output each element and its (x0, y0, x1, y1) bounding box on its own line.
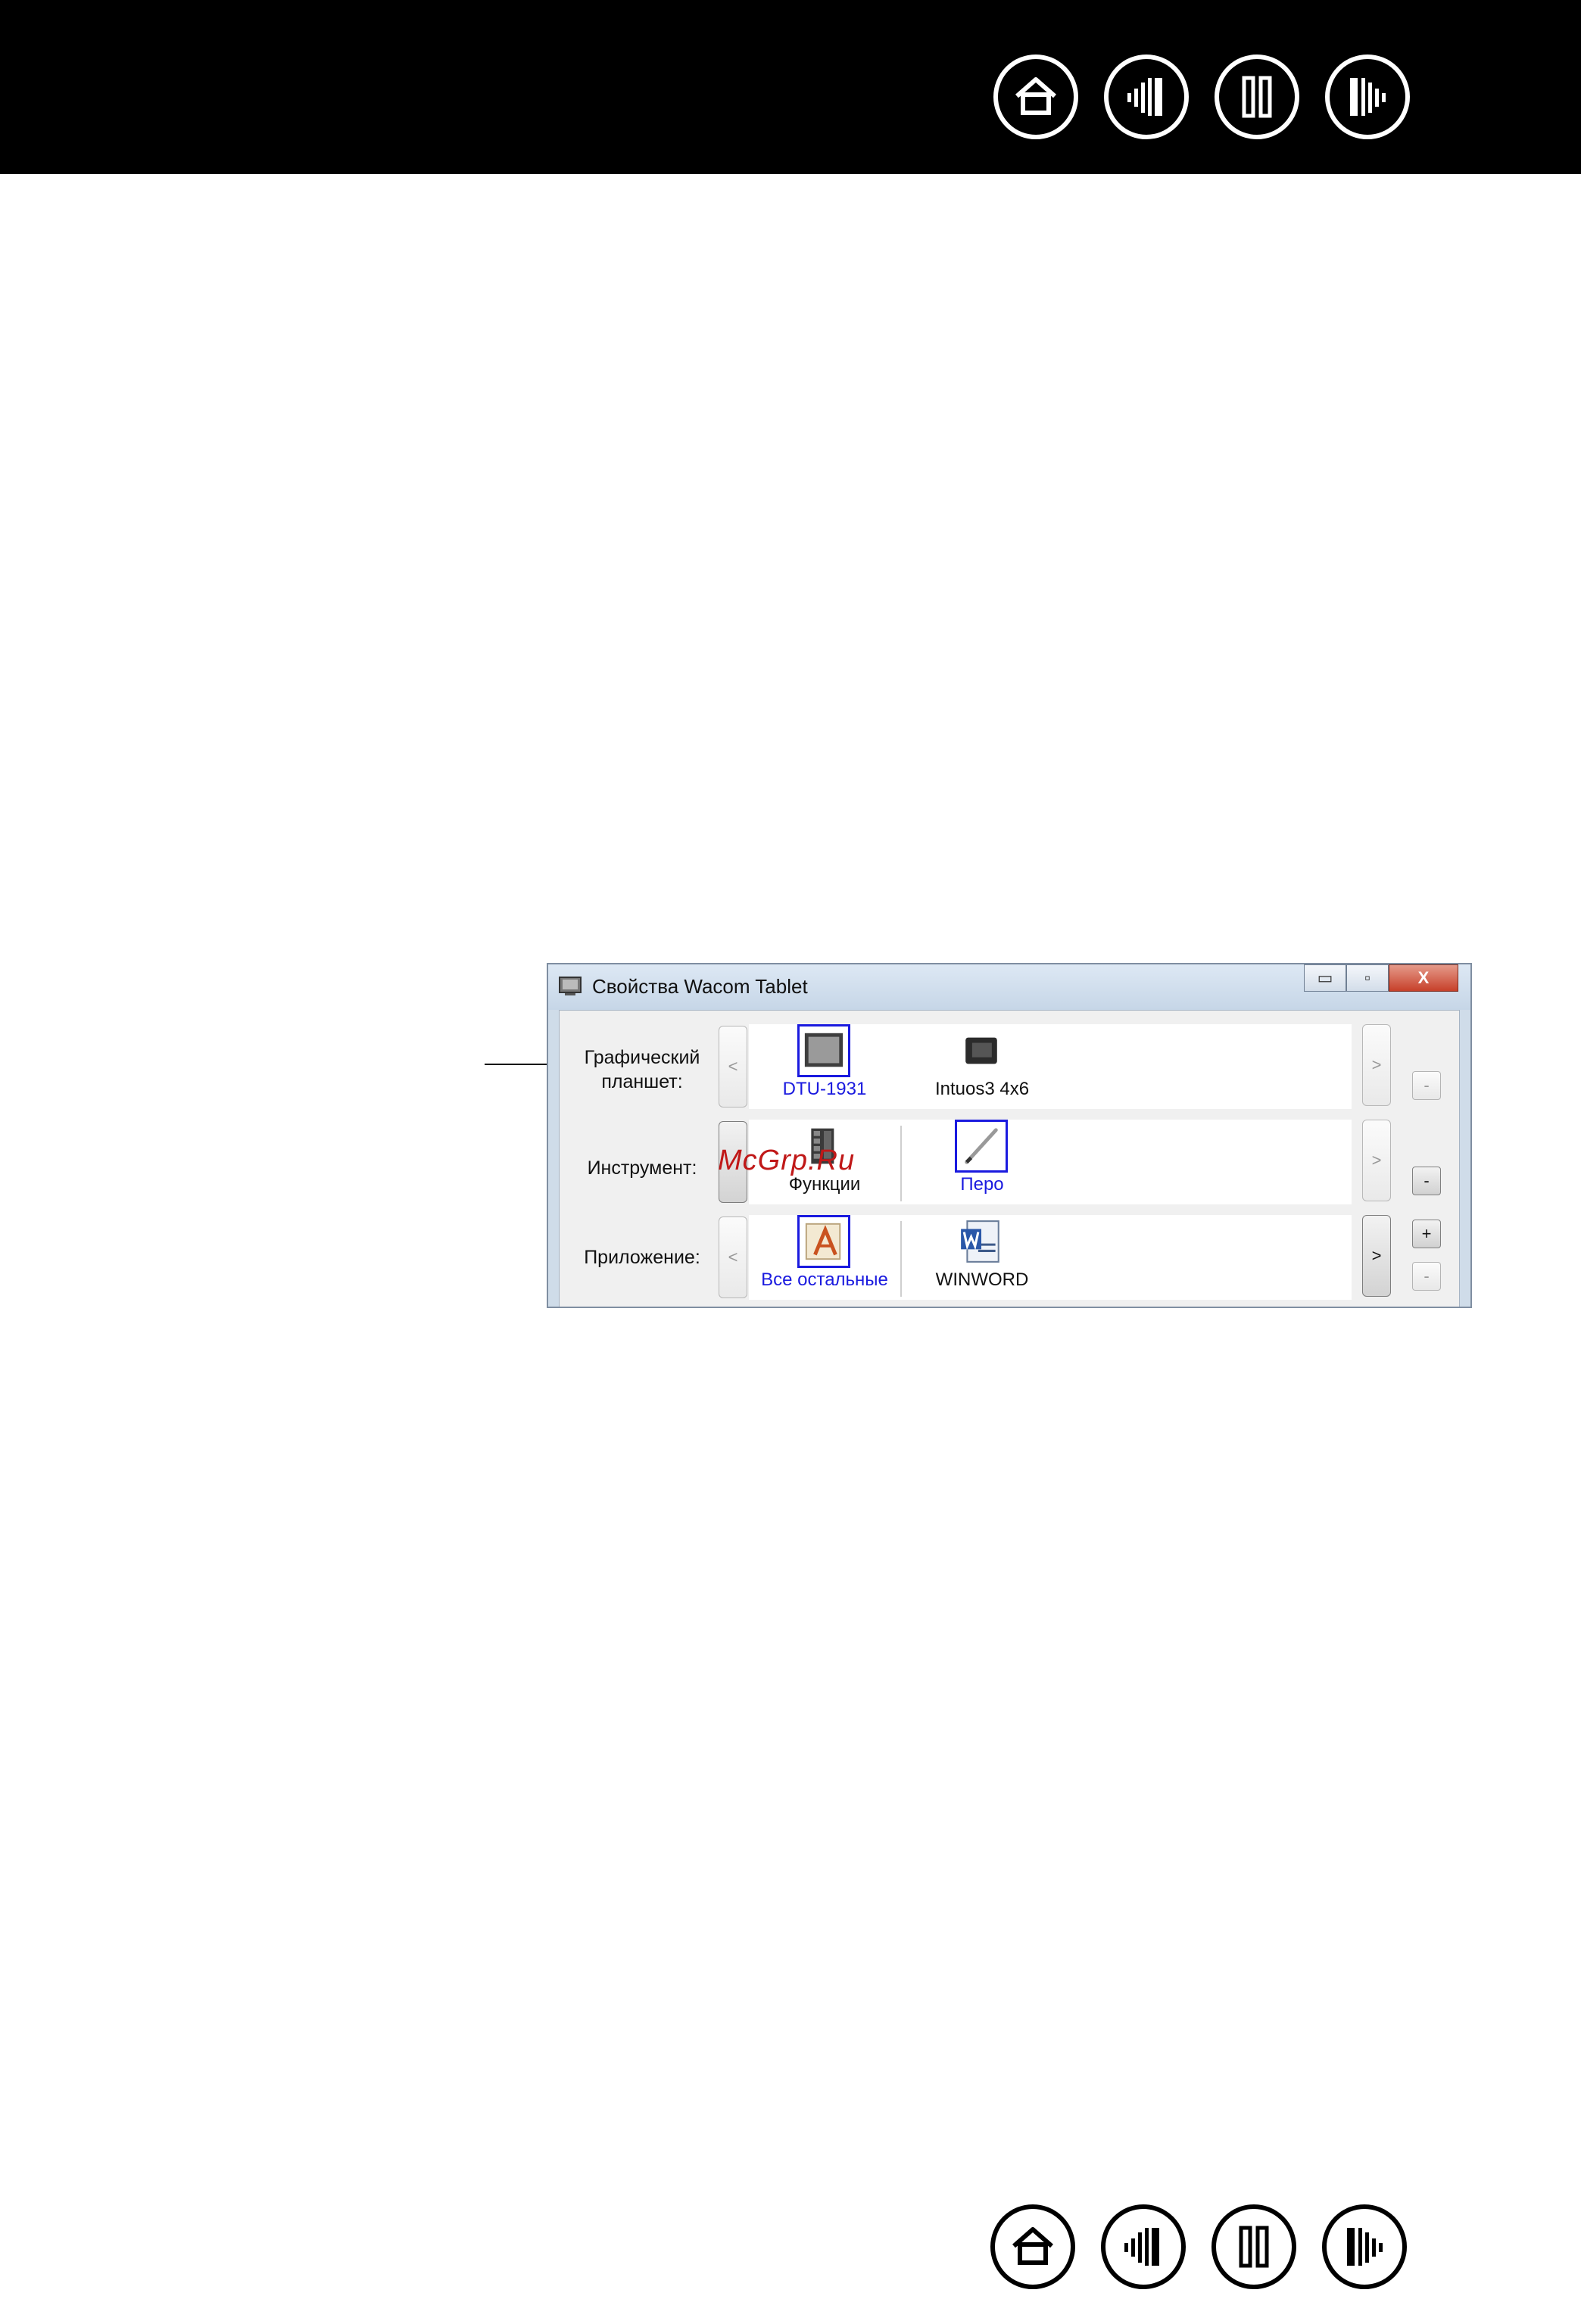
all-apps-icon (797, 1215, 850, 1268)
tool-next-button[interactable]: > (1362, 1120, 1391, 1201)
tool-item-label: Перо (960, 1174, 1004, 1195)
tablet-remove-button[interactable]: - (1412, 1071, 1441, 1100)
contents-icon (1127, 78, 1162, 116)
top-nav (993, 55, 1410, 139)
index-button[interactable] (1215, 55, 1299, 139)
tablet-prev-button[interactable]: < (719, 1026, 747, 1107)
app-item-winword[interactable]: WINWORD (906, 1215, 1058, 1300)
app-item-label: Все остальные (761, 1269, 888, 1290)
tablet-icon (797, 1024, 850, 1077)
word-icon (955, 1215, 1008, 1268)
app-strip: Все остальные WINWORD (749, 1215, 1352, 1300)
tool-item-pen[interactable]: Перо (906, 1120, 1058, 1204)
tool-item-label: Функции (788, 1174, 861, 1195)
tablet-app-icon (559, 977, 582, 995)
app-add-button[interactable]: + (1412, 1220, 1441, 1248)
tablet-item-dtu[interactable]: DTU-1931 (749, 1024, 900, 1109)
tablet-item-label: DTU-1931 (782, 1079, 867, 1099)
index-icon (1242, 76, 1272, 118)
index-icon (1239, 2226, 1269, 2268)
pen-icon (955, 1120, 1008, 1173)
tablet-row-label: Графический планшет: (560, 1045, 725, 1094)
contents-button[interactable] (1104, 55, 1189, 139)
window-titlebar: Свойства Wacom Tablet ▭ ▫ X (548, 964, 1470, 1010)
contents-button[interactable] (1101, 2204, 1186, 2289)
next-section-icon (1347, 2228, 1383, 2266)
next-section-button[interactable] (1325, 55, 1410, 139)
app-item-all-others[interactable]: Все остальные (749, 1215, 900, 1300)
tablet-item-intuos[interactable]: Intuos3 4x6 (906, 1024, 1058, 1109)
app-item-label: WINWORD (935, 1269, 1029, 1290)
tablet-icon (955, 1024, 1008, 1077)
tool-remove-button[interactable]: - (1412, 1167, 1441, 1195)
minimize-button[interactable]: ▭ (1304, 964, 1346, 992)
header-bar (0, 0, 1581, 174)
home-icon (1012, 2227, 1053, 2265)
app-next-button[interactable]: > (1362, 1215, 1391, 1297)
wacom-properties-window: Свойства Wacom Tablet ▭ ▫ X Графический … (547, 963, 1472, 1308)
app-remove-button[interactable]: - (1412, 1262, 1441, 1291)
close-button[interactable]: X (1389, 964, 1458, 992)
watermark: McGrp.Ru (718, 1145, 856, 1176)
app-row-label: Приложение: (584, 1247, 700, 1268)
tablet-strip: DTU-1931 Intuos3 4x6 (749, 1024, 1352, 1109)
app-separator (900, 1221, 902, 1297)
contents-icon (1124, 2228, 1159, 2266)
tablet-label-line1: Графический (584, 1047, 700, 1068)
bottom-nav (990, 2204, 1407, 2289)
home-button[interactable] (990, 2204, 1075, 2289)
maximize-button[interactable]: ▫ (1346, 964, 1389, 992)
index-button[interactable] (1211, 2204, 1296, 2289)
home-button[interactable] (993, 55, 1078, 139)
window-title: Свойства Wacom Tablet (592, 975, 808, 998)
app-prev-button[interactable]: < (719, 1217, 747, 1298)
tablet-label-line2: планшет: (601, 1071, 683, 1092)
tool-separator (900, 1126, 902, 1201)
tablet-next-button[interactable]: > (1362, 1024, 1391, 1106)
window-controls: ▭ ▫ X (1304, 964, 1458, 992)
tablet-item-label: Intuos3 4x6 (934, 1079, 1030, 1099)
next-section-icon (1350, 78, 1386, 116)
next-section-button[interactable] (1322, 2204, 1407, 2289)
tool-row-label: Инструмент: (587, 1157, 697, 1179)
properties-panel: Графический планшет: < DTU-1931 Intuos3 … (559, 1010, 1460, 1307)
home-icon (1015, 77, 1056, 115)
